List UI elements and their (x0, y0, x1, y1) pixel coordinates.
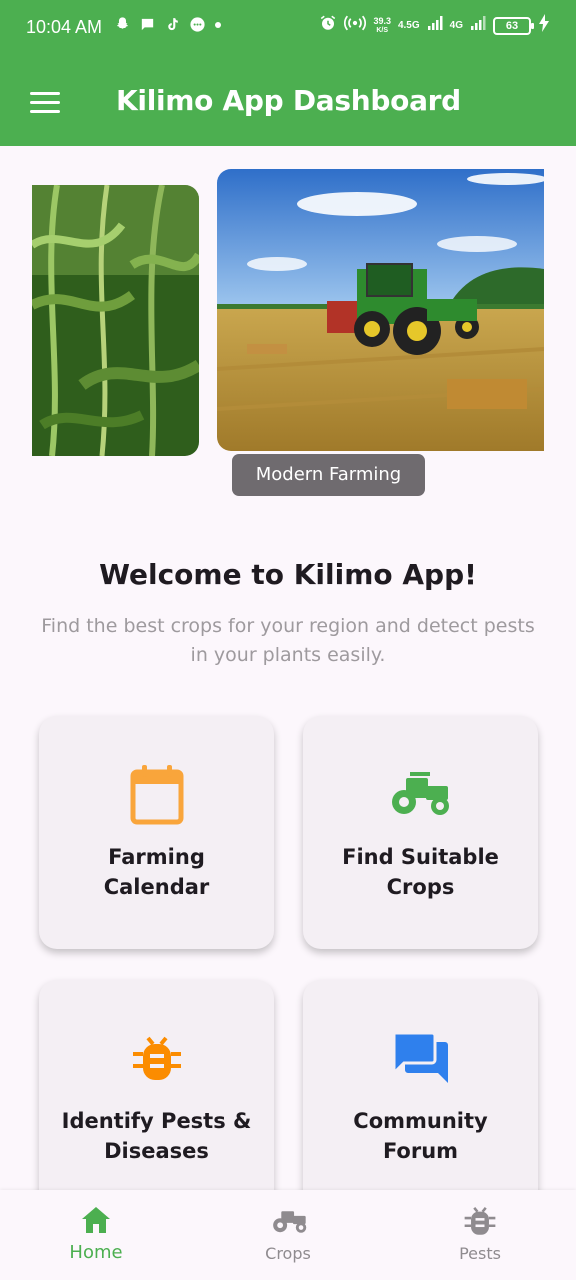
carousel-slide-tractor[interactable] (217, 169, 544, 451)
status-bar: 10:04 AM 39.3 K/S 4.5G 4G 63 (0, 0, 576, 58)
card-label: Identify Pests & Diseases (49, 1106, 264, 1166)
signal-icon-2 (470, 15, 486, 36)
nav-label: Home (69, 1242, 123, 1263)
hamburger-line (30, 110, 60, 113)
bug-icon (464, 1204, 496, 1236)
net-speed: 39.3 K/S (373, 15, 391, 35)
corn-field-image (32, 185, 199, 456)
card-label-line: Forum (382, 1139, 459, 1163)
calendar-icon (39, 764, 274, 826)
nav-item-pests[interactable]: Pests (384, 1190, 576, 1280)
card-label-line: Farming (108, 845, 205, 869)
charging-icon (538, 14, 550, 37)
identify-pests-card[interactable]: Identify Pests & Diseases (39, 980, 274, 1213)
tractor-icon (272, 1204, 307, 1236)
card-label: Farming Calendar (49, 842, 264, 902)
card-label-line: Calendar (103, 875, 210, 899)
tractor-field-image (217, 169, 544, 451)
hotspot-icon (344, 14, 367, 37)
hamburger-line (30, 92, 60, 95)
net-speed-value: 39.3 (373, 15, 391, 26)
nav-item-crops[interactable]: Crops (192, 1190, 384, 1280)
notification-icons (114, 16, 222, 33)
welcome-title: Welcome to Kilimo App! (99, 558, 477, 591)
status-time: 10:04 AM (26, 17, 103, 37)
card-label: Community Forum (313, 1106, 528, 1166)
community-forum-card[interactable]: Community Forum (303, 980, 538, 1213)
snapchat-icon (114, 16, 131, 33)
bug-icon (39, 1032, 274, 1082)
bottom-navigation: Home Crops Pests (0, 1190, 576, 1280)
messenger-icon (189, 16, 206, 33)
nav-label: Crops (265, 1244, 311, 1263)
card-label-line: Identify Pests & (61, 1109, 252, 1133)
app-header: 10:04 AM 39.3 K/S 4.5G 4G 63 Kilimo App … (0, 0, 576, 146)
signal-icon (427, 15, 443, 36)
hamburger-line (30, 101, 60, 104)
nav-label: Pests (459, 1244, 501, 1263)
alarm-icon (319, 14, 337, 37)
carousel-caption: Modern Farming (232, 454, 425, 496)
farming-calendar-card[interactable]: Farming Calendar (39, 716, 274, 949)
image-carousel[interactable]: Modern Farming (0, 146, 576, 516)
nav-item-home[interactable]: Home (0, 1190, 192, 1280)
card-label-line: Crops (386, 875, 455, 899)
more-dot-icon (214, 16, 222, 33)
menu-button[interactable] (30, 92, 60, 114)
card-label: Find Suitable Crops (313, 842, 528, 902)
network-label-1: 4.5G (397, 20, 420, 31)
tractor-icon (303, 768, 538, 818)
card-label-line: Diseases (104, 1139, 209, 1163)
card-label-line: Find Suitable (342, 845, 499, 869)
carousel-slide-corn[interactable] (32, 185, 199, 456)
tiktok-icon (164, 16, 181, 33)
system-icons: 39.3 K/S 4.5G 4G 63 (319, 14, 550, 37)
find-suitable-crops-card[interactable]: Find Suitable Crops (303, 716, 538, 949)
page-title: Kilimo App Dashboard (116, 84, 461, 117)
card-label-line: Community (353, 1109, 488, 1133)
battery-icon: 63 (493, 16, 534, 35)
home-icon (80, 1204, 112, 1236)
welcome-subtitle: Find the best crops for your region and … (41, 615, 535, 666)
net-speed-unit: K/S (376, 26, 389, 34)
message-bubble-icon (139, 16, 156, 33)
forum-icon (303, 1032, 538, 1086)
network-label-2: 4G (449, 20, 463, 31)
